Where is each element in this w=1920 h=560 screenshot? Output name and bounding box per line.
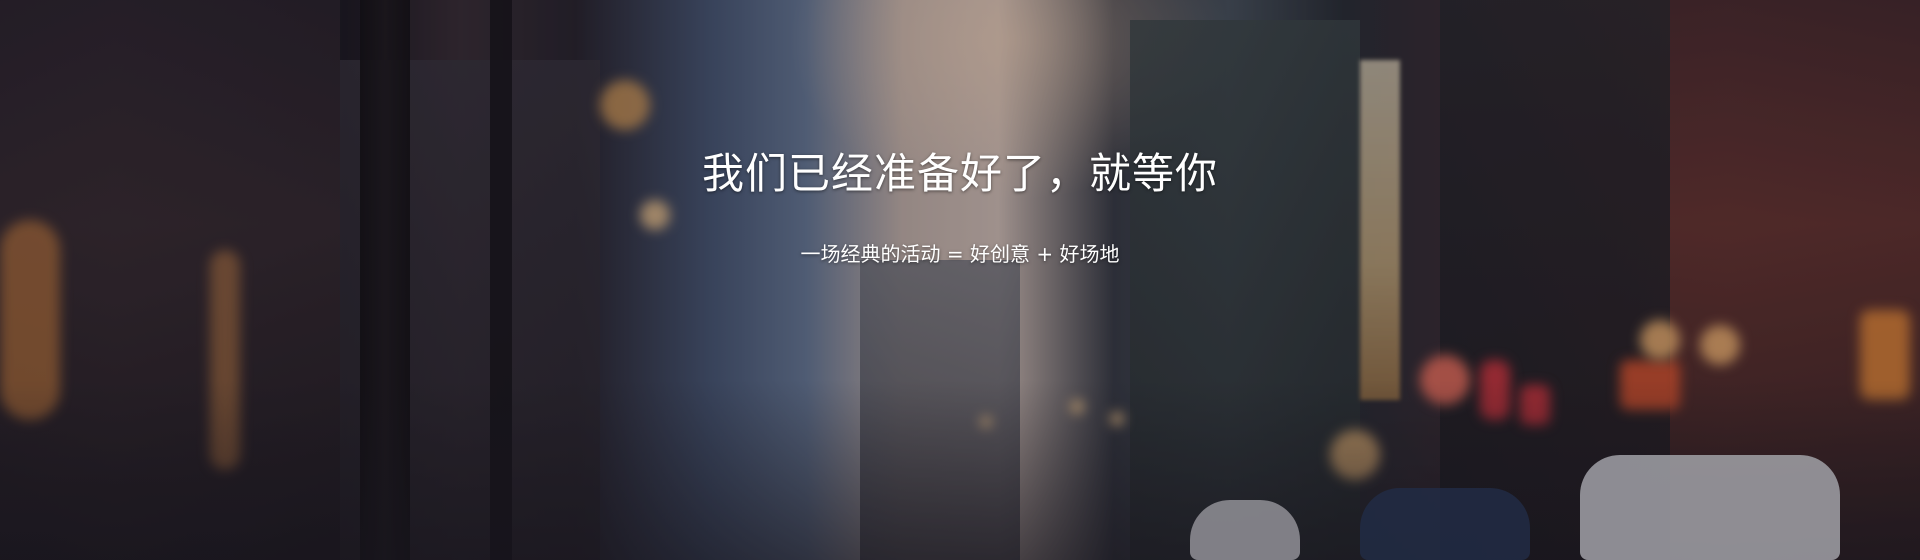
hero-subtitle: 一场经典的活动 = 好创意 + 好场地 [800,242,1120,266]
hero-text-block: 我们已经准备好了，就等你 一场经典的活动 = 好创意 + 好场地 [0,0,1920,560]
hero-banner: 我们已经准备好了，就等你 一场经典的活动 = 好创意 + 好场地 [0,0,1920,560]
hero-title: 我们已经准备好了，就等你 [701,149,1218,198]
